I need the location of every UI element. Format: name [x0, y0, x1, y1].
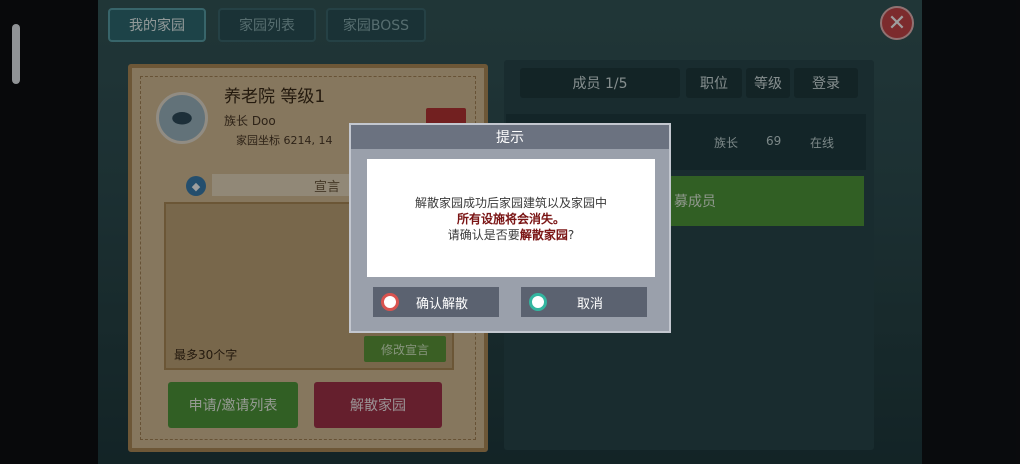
confirm-label: 确认解散	[415, 296, 468, 312]
dialog-line-2: 所有设施将会消失。	[456, 212, 565, 226]
dialog-line-3-prefix: 请确认是否要	[447, 228, 520, 242]
cancel-label: 取消	[576, 296, 603, 312]
circle-icon	[381, 293, 399, 311]
circle-icon	[529, 293, 547, 311]
dialog-message-box: 解散家园成功后家园建筑以及家园中 所有设施将会消失。 请确认是否要解散家园?	[367, 159, 655, 277]
dialog-line-3: 请确认是否要解散家园?	[367, 227, 655, 243]
confirm-dialog: 提示 解散家园成功后家园建筑以及家园中 所有设施将会消失。 请确认是否要解散家园…	[349, 123, 671, 333]
dialog-line-1: 解散家园成功后家园建筑以及家园中	[414, 196, 607, 210]
confirm-disband-button[interactable]: 确认解散	[373, 287, 499, 317]
cancel-button[interactable]: 取消	[521, 287, 647, 317]
dialog-line-3-suffix: ?	[567, 228, 575, 242]
dialog-title: 提示	[351, 125, 669, 149]
dialog-line-3-emphasis: 解散家园	[519, 228, 568, 242]
